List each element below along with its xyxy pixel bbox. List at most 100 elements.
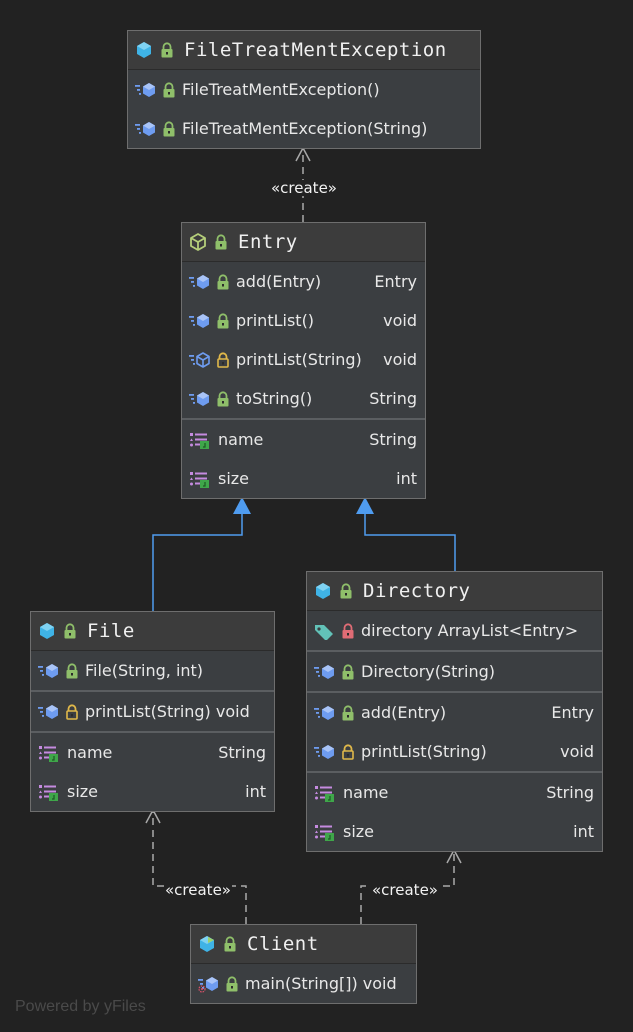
- member-name: name: [67, 743, 113, 762]
- create-label-entry-exception: «create»: [270, 179, 338, 197]
- member-section: name String size int: [31, 731, 274, 811]
- method-row[interactable]: FileTreatMentException(String): [128, 109, 480, 148]
- class-title: FileTreatMentException: [184, 39, 447, 61]
- lock-public-icon: [341, 704, 355, 721]
- lock-protected-icon: [216, 351, 230, 368]
- lock-public-icon: [216, 312, 230, 329]
- lock-public-icon: [216, 273, 230, 290]
- generalization-edge-file-entry: [152, 514, 243, 611]
- constructor-icon: [37, 662, 61, 680]
- field-row[interactable]: directory ArrayList<Entry>: [307, 611, 602, 650]
- property-icon: [188, 470, 212, 488]
- method-row[interactable]: add(Entry) Entry: [307, 693, 602, 732]
- static-method-icon: [197, 975, 221, 993]
- property-row[interactable]: size int: [307, 812, 602, 851]
- member-name: size: [343, 822, 375, 841]
- property-row[interactable]: size int: [182, 459, 425, 498]
- lock-public-icon: [341, 663, 355, 680]
- method-row[interactable]: printList(String) void: [307, 732, 602, 771]
- class-node-entry[interactable]: Entry add(Entry) Entry printList() void print…: [181, 222, 426, 499]
- class-node-directory[interactable]: Directory directory ArrayList<Entry> Direc…: [306, 571, 603, 852]
- member-type: void: [560, 742, 594, 761]
- class-icon: [313, 581, 333, 601]
- class-header[interactable]: FileTreatMentException: [128, 31, 480, 70]
- property-row[interactable]: name String: [31, 733, 274, 772]
- property-icon: [313, 823, 337, 841]
- method-row[interactable]: main(String[]) void: [191, 964, 416, 1003]
- lock-public-icon: [63, 623, 77, 639]
- member-name: printList(): [236, 311, 315, 330]
- method-row[interactable]: FileTreatMentException(): [128, 70, 480, 109]
- lock-private-icon: [341, 622, 355, 639]
- member-name: name: [218, 430, 264, 449]
- member-section: Directory(String): [307, 650, 602, 691]
- constructor-icon: [313, 663, 337, 681]
- method-icon: [313, 743, 337, 761]
- member-name: FileTreatMentException(): [182, 80, 380, 99]
- member-section: add(Entry) Entry printList() void printList(…: [182, 262, 425, 418]
- member-name: toString(): [236, 389, 313, 408]
- member-section: File(String, int): [31, 651, 274, 690]
- member-section: printList(String) void: [31, 690, 274, 731]
- method-row[interactable]: printList(String) void: [31, 692, 274, 731]
- lock-protected-icon: [65, 703, 79, 720]
- member-name: printList(String): [361, 742, 487, 761]
- member-name: printList(String) void: [85, 702, 250, 721]
- class-header[interactable]: Client: [191, 925, 416, 964]
- create-label-client-directory: «create»: [371, 881, 439, 899]
- member-name: main(String[]) void: [245, 974, 397, 993]
- lock-public-icon: [216, 390, 230, 407]
- property-row[interactable]: size int: [31, 772, 274, 811]
- member-name: add(Entry): [236, 272, 322, 291]
- member-type: Entry: [551, 703, 594, 722]
- method-row[interactable]: toString() String: [182, 379, 425, 418]
- property-row[interactable]: name String: [307, 773, 602, 812]
- abstract-class-icon: [188, 232, 208, 252]
- member-name: printList(String): [236, 350, 362, 369]
- class-title: Entry: [238, 231, 298, 253]
- class-header[interactable]: Entry: [182, 223, 425, 262]
- member-name: File(String, int): [85, 661, 204, 680]
- member-name: Directory(String): [361, 662, 495, 681]
- member-name: size: [218, 469, 250, 488]
- member-section: name String size int: [307, 771, 602, 851]
- class-node-filetreatmentexception[interactable]: FileTreatMentException FileTreatMentExcep…: [127, 30, 481, 149]
- member-type: Entry: [374, 272, 417, 291]
- class-header[interactable]: File: [31, 612, 274, 651]
- method-icon: [188, 390, 212, 408]
- member-section: add(Entry) Entry printList(String) void: [307, 691, 602, 771]
- member-type: String: [369, 430, 417, 449]
- member-name: add(Entry): [361, 703, 447, 722]
- lock-public-icon: [225, 975, 239, 992]
- lock-public-icon: [65, 662, 79, 679]
- class-title: Directory: [363, 580, 471, 602]
- method-row[interactable]: File(String, int): [31, 651, 274, 690]
- method-icon: [313, 704, 337, 722]
- class-node-client[interactable]: Client main(String[]) void: [190, 924, 417, 1004]
- member-type: void: [383, 350, 417, 369]
- member-type: String: [369, 389, 417, 408]
- member-section: directory ArrayList<Entry>: [307, 611, 602, 650]
- member-section: main(String[]) void: [191, 964, 416, 1003]
- inheritance-arrowhead-icon: [233, 497, 251, 514]
- member-name: directory ArrayList<Entry>: [361, 621, 579, 640]
- method-row[interactable]: Directory(String): [307, 652, 602, 691]
- lock-public-icon: [214, 234, 228, 250]
- create-label-client-file: «create»: [164, 881, 232, 899]
- generalization-edge-directory-entry: [364, 514, 456, 571]
- method-row[interactable]: printList() void: [182, 301, 425, 340]
- lock-public-icon: [339, 583, 353, 599]
- lock-public-icon: [160, 42, 174, 58]
- property-row[interactable]: name String: [182, 420, 425, 459]
- inheritance-arrowhead-icon: [356, 497, 374, 514]
- class-node-file[interactable]: File File(String, int) printList(String) v…: [30, 611, 275, 812]
- class-header[interactable]: Directory: [307, 572, 602, 611]
- property-icon: [313, 784, 337, 802]
- method-row[interactable]: printList(String) void: [182, 340, 425, 379]
- member-type: int: [573, 822, 594, 841]
- method-row[interactable]: add(Entry) Entry: [182, 262, 425, 301]
- runnable-class-icon: [197, 934, 217, 954]
- member-type: void: [383, 311, 417, 330]
- dependency-edge-client-file: [152, 810, 247, 924]
- member-section: FileTreatMentException() FileTreatMentExc…: [128, 70, 480, 148]
